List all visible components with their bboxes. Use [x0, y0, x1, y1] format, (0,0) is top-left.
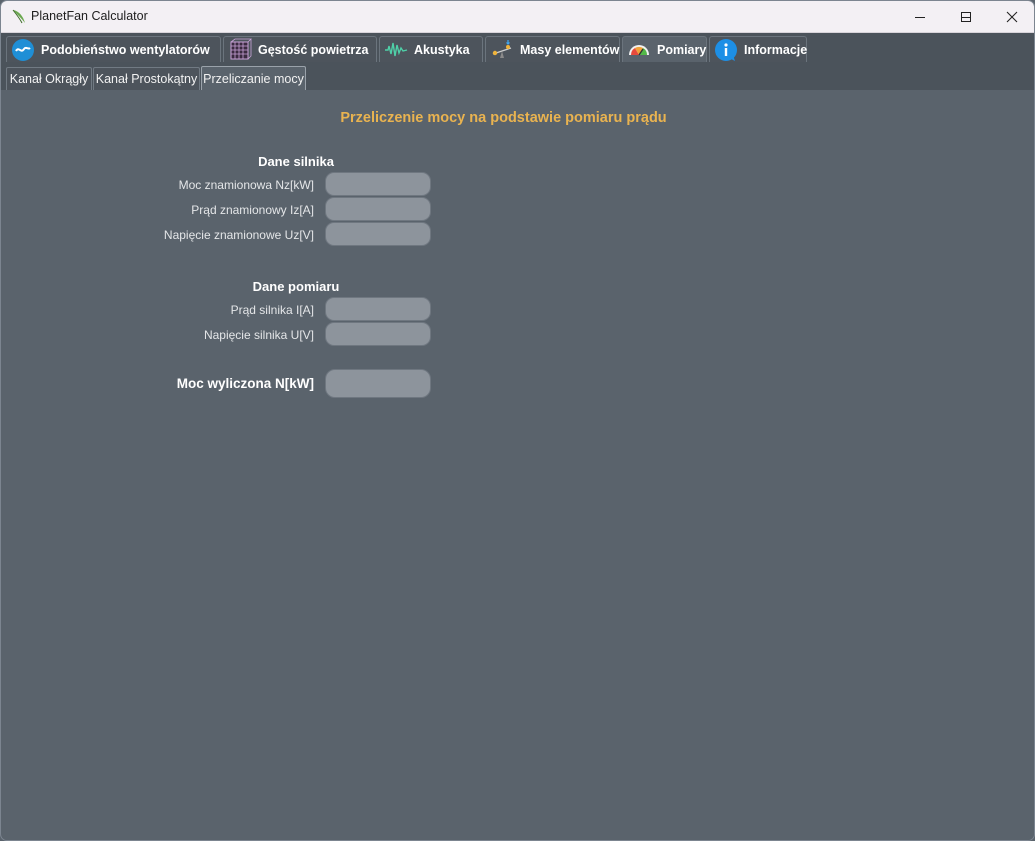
tab-label: Informacje [744, 42, 808, 57]
rated-power-label: Moc znamionowa Nz[kW] [178, 178, 314, 192]
rated-current-input[interactable] [325, 197, 431, 221]
tab-information[interactable]: Informacje [709, 36, 807, 62]
gauge-icon [629, 44, 649, 55]
close-icon [1006, 11, 1018, 22]
rated-voltage-input[interactable] [325, 222, 431, 246]
main-tab-bar: Podobieństwo wentylatorów Gęstość powiet… [1, 33, 1034, 62]
sub-tab-bar: Kanał Okrągły Kanał Prostokątny Przelicz… [1, 62, 1034, 91]
motor-current-label: Prąd silnika I[A] [230, 303, 314, 317]
tab-fan-similarity[interactable]: Podobieństwo wentylatorów [6, 36, 221, 62]
similarity-icon [12, 38, 34, 61]
close-button[interactable] [989, 1, 1034, 32]
tab-label: Podobieństwo wentylatorów [41, 42, 210, 57]
motor-voltage-input[interactable] [325, 322, 431, 346]
tab-acoustics[interactable]: Akustyka [379, 36, 483, 62]
rated-voltage-label: Napięcie znamionowe Uz[V] [163, 228, 314, 242]
subtab-label: Kanał Okrągły [9, 72, 89, 86]
maximize-icon [961, 11, 971, 22]
subtab-label: Kanał Prostokątny [95, 72, 198, 86]
air-density-icon [230, 38, 252, 59]
tab-label: Akustyka [414, 42, 470, 57]
tab-air-density[interactable]: Gęstość powietrza [223, 36, 377, 62]
rated-power-input[interactable] [325, 172, 431, 196]
maximize-button[interactable] [943, 1, 989, 32]
power-conversion-panel: Przeliczenie mocy na podstawie pomiaru p… [2, 90, 1034, 840]
info-icon [715, 38, 737, 61]
app-window: PlanetFan Calculator Podobieństwo wentyl… [0, 0, 1035, 841]
subtab-round-duct[interactable]: Kanał Okrągły [6, 67, 92, 90]
subtab-power-conversion[interactable]: Przeliczanie mocy [201, 66, 306, 91]
planetfan-leaf-icon [12, 9, 25, 24]
tab-label: Gęstość powietrza [258, 42, 369, 57]
tab-label: Pomiary [657, 42, 707, 57]
subtab-label: Przeliczanie mocy [203, 72, 304, 86]
minimize-icon [915, 16, 925, 18]
calculated-power-output[interactable] [325, 369, 431, 398]
subtab-rectangular-duct[interactable]: Kanał Prostokątny [93, 67, 200, 90]
tab-label: Masy elementów [520, 42, 620, 57]
rated-current-label: Prąd znamionowy Iz[A] [191, 203, 314, 217]
acoustics-wave-icon [385, 42, 408, 56]
window-title: PlanetFan Calculator [31, 9, 148, 23]
mass-scale-icon [492, 39, 512, 58]
calculated-power-label: Moc wyliczona N[kW] [176, 376, 314, 391]
minimize-button-main[interactable] [897, 1, 943, 32]
measurement-data-heading: Dane pomiaru [252, 279, 340, 294]
motor-voltage-label: Napięcie silnika U[V] [203, 328, 314, 342]
tab-element-masses[interactable]: Masy elementów [485, 36, 620, 62]
page-title: Przeliczenie mocy na podstawie pomiaru p… [340, 110, 667, 126]
tab-measurements[interactable]: Pomiary [622, 36, 707, 62]
title-bar[interactable]: PlanetFan Calculator [1, 1, 1034, 33]
motor-current-input[interactable] [325, 297, 431, 321]
motor-data-heading: Dane silnika [258, 154, 334, 169]
